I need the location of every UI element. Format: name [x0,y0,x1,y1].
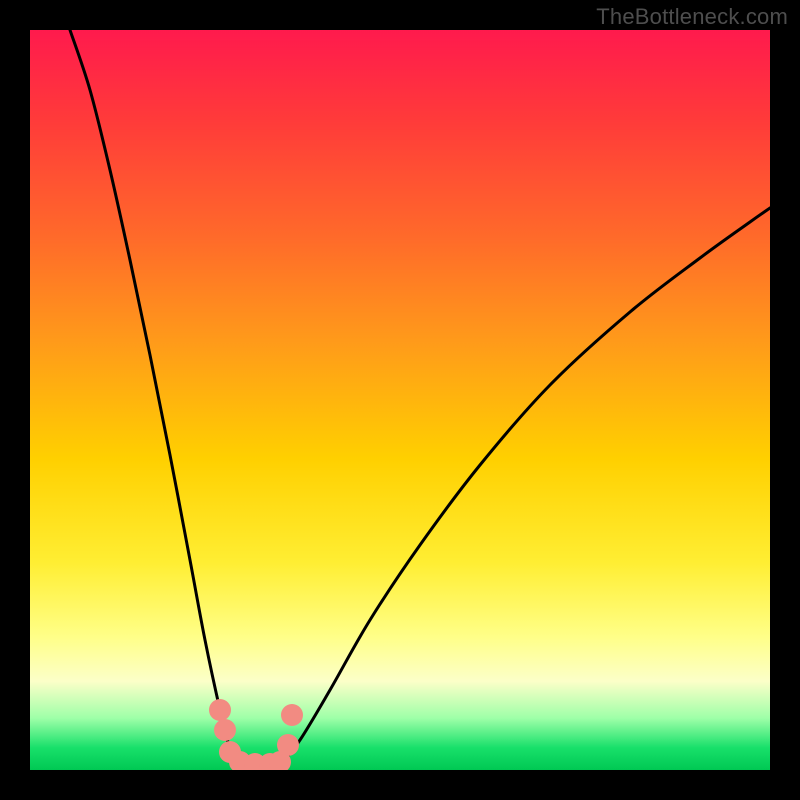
plot-area [30,30,770,770]
bottleneck-curve-left [70,30,235,765]
watermark-text: TheBottleneck.com [596,4,788,30]
trough-marker [214,719,236,741]
trough-marker [209,699,231,721]
bottleneck-curve-right [280,208,770,765]
line-series [70,30,770,765]
marker-series [209,699,303,770]
chart-frame: TheBottleneck.com [0,0,800,800]
trough-marker [277,734,299,756]
trough-marker [281,704,303,726]
curve-layer [30,30,770,770]
